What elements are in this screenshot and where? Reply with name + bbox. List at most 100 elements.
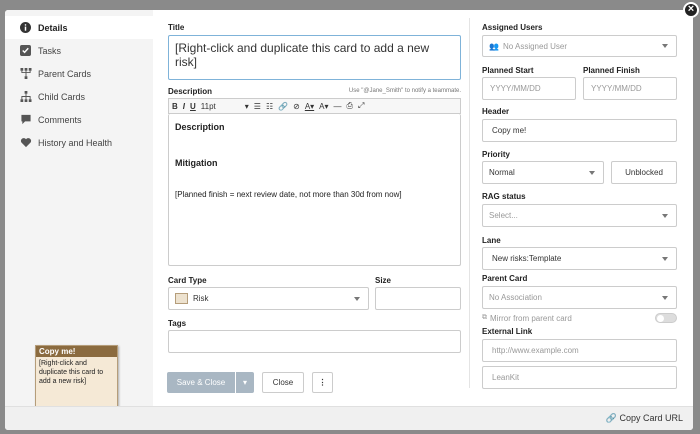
copy-card-url-button[interactable]: 🔗 Copy Card URL: [606, 413, 683, 424]
sidebar-item-label: Tasks: [38, 45, 62, 56]
font-color-icon[interactable]: A▾: [305, 102, 314, 111]
external-link-placeholder: http://www.example.com: [492, 346, 579, 355]
title-label: Title: [168, 23, 185, 32]
toggle-knob: [657, 315, 664, 322]
mirror-row: ⧉ Mirror from parent card: [482, 312, 677, 324]
chevron-down-icon: ▾: [242, 378, 247, 387]
bullet-list-icon[interactable]: ☰: [254, 102, 261, 111]
tags-label: Tags: [168, 319, 187, 328]
more-vertical-icon: ⋮: [318, 378, 327, 387]
rag-status-placeholder: Select...: [489, 211, 518, 220]
mitigation-heading: Mitigation: [175, 158, 218, 168]
save-options-button[interactable]: ▾: [236, 372, 254, 393]
description-heading: Description: [175, 122, 225, 132]
rag-status-select[interactable]: Select...: [482, 204, 677, 227]
card-type-value: Risk: [193, 294, 209, 303]
external-link-url-input[interactable]: http://www.example.com: [482, 339, 677, 362]
parent-card-value: No Association: [489, 293, 542, 302]
close-dialog-button[interactable]: ×: [683, 2, 699, 18]
card-preview-title: Copy me!: [36, 346, 117, 357]
comment-icon: [19, 113, 32, 126]
card-preview: Copy me! [Right-click and duplicate this…: [35, 345, 118, 413]
chevron-down-icon: [354, 296, 360, 301]
print-icon[interactable]: ⎙: [347, 101, 353, 111]
font-size-select[interactable]: 11pt ▾: [201, 102, 249, 111]
more-options-button[interactable]: ⋮: [312, 372, 333, 393]
size-input[interactable]: [375, 287, 461, 310]
sidebar-item-child-cards[interactable]: Child Cards: [5, 85, 153, 108]
card-type-label: Card Type: [168, 276, 207, 285]
planned-finish-label: Planned Finish: [583, 66, 640, 75]
card-type-select[interactable]: Risk: [168, 287, 369, 310]
unlink-icon[interactable]: ⊘: [293, 102, 300, 111]
highlight-color-icon[interactable]: A▾: [319, 102, 328, 111]
size-label: Size: [375, 276, 392, 285]
planned-start-placeholder: YYYY/MM/DD: [490, 84, 541, 93]
planned-finish-input[interactable]: YYYY/MM/DD: [583, 77, 677, 100]
tags-input[interactable]: [168, 330, 461, 353]
editor-toolbar: B I U 11pt ▾ ☰ ☷ 🔗 ⊘ A▾ A▾ — ⎙ ⤢: [168, 98, 461, 114]
sidebar-item-comments[interactable]: Comments: [5, 108, 153, 131]
sidebar: Details Tasks Parent Cards Child Cards C…: [5, 10, 153, 413]
font-size-value: 11pt: [200, 101, 216, 111]
external-link-title-placeholder: LeanKit: [492, 373, 520, 382]
bold-button[interactable]: B: [172, 102, 178, 111]
link-icon: 🔗: [605, 413, 617, 423]
parent-cards-icon: [19, 67, 32, 80]
chevron-down-icon: [662, 44, 668, 48]
close-button[interactable]: Close: [262, 372, 304, 393]
external-link-title-input[interactable]: LeanKit: [482, 366, 677, 389]
lane-select[interactable]: New risks:Template: [482, 247, 677, 270]
italic-button[interactable]: I: [183, 102, 185, 111]
lane-label: Lane: [482, 236, 501, 245]
assigned-users-label: Assigned Users: [482, 23, 543, 32]
sidebar-item-parent-cards[interactable]: Parent Cards: [5, 62, 153, 85]
planned-start-input[interactable]: YYYY/MM/DD: [482, 77, 576, 100]
fullscreen-icon[interactable]: ⤢: [358, 101, 364, 111]
assigned-users-select[interactable]: 👥 No Assigned User: [482, 35, 677, 57]
mention-hint: Use "@Jane_Smith" to notify a teammate.: [348, 88, 461, 94]
horizontal-rule-icon[interactable]: —: [334, 102, 342, 111]
child-cards-icon: [19, 90, 32, 103]
sidebar-item-details[interactable]: Details: [5, 16, 153, 39]
link-icon[interactable]: 🔗: [278, 102, 288, 111]
header-label: Header: [482, 107, 510, 116]
chevron-down-icon: [662, 213, 668, 218]
mirror-label: Mirror from parent card: [490, 313, 572, 323]
priority-label: Priority: [482, 150, 511, 159]
card-dialog: Details Tasks Parent Cards Child Cards C…: [5, 10, 693, 430]
underline-button[interactable]: U: [190, 102, 196, 111]
save-close-button[interactable]: Save & Close: [167, 372, 235, 393]
info-icon: [19, 21, 32, 34]
dialog-footer: 🔗 Copy Card URL: [5, 406, 693, 430]
parent-card-select[interactable]: No Association: [482, 286, 677, 309]
sidebar-item-label: Details: [38, 22, 68, 33]
description-text: [Planned finish = next review date, not …: [175, 190, 402, 199]
mirror-toggle[interactable]: [655, 313, 677, 323]
planned-start-label: Planned Start: [482, 66, 534, 75]
card-type-swatch: [175, 293, 188, 304]
checkbox-icon: [19, 44, 32, 57]
heart-icon: [19, 136, 32, 149]
chevron-down-icon: [589, 170, 595, 175]
users-icon: 👥: [489, 41, 499, 51]
priority-select[interactable]: Normal: [482, 161, 604, 184]
chevron-down-icon: ▾: [244, 101, 249, 111]
sidebar-item-tasks[interactable]: Tasks: [5, 39, 153, 62]
column-divider: [469, 18, 470, 388]
sidebar-item-label: History and Health: [38, 137, 113, 148]
numbered-list-icon[interactable]: ☷: [266, 102, 273, 111]
header-input[interactable]: Copy me!: [482, 119, 677, 142]
assigned-users-value: No Assigned User: [502, 41, 567, 51]
card-preview-body: [Right-click and duplicate this card to …: [39, 360, 104, 385]
chevron-down-icon: [662, 256, 668, 261]
lane-value: New risks:Template: [492, 254, 562, 263]
sidebar-item-history-health[interactable]: History and Health: [5, 131, 153, 154]
description-label: Description: [168, 87, 213, 96]
description-editor[interactable]: Description Mitigation [Planned finish =…: [168, 114, 461, 266]
title-input[interactable]: [Right-click and duplicate this card to …: [168, 35, 461, 80]
chevron-down-icon: [662, 295, 668, 300]
close-icon: ×: [687, 3, 695, 15]
sidebar-item-label: Comments: [38, 114, 82, 125]
unblocked-button[interactable]: Unblocked: [611, 161, 677, 184]
